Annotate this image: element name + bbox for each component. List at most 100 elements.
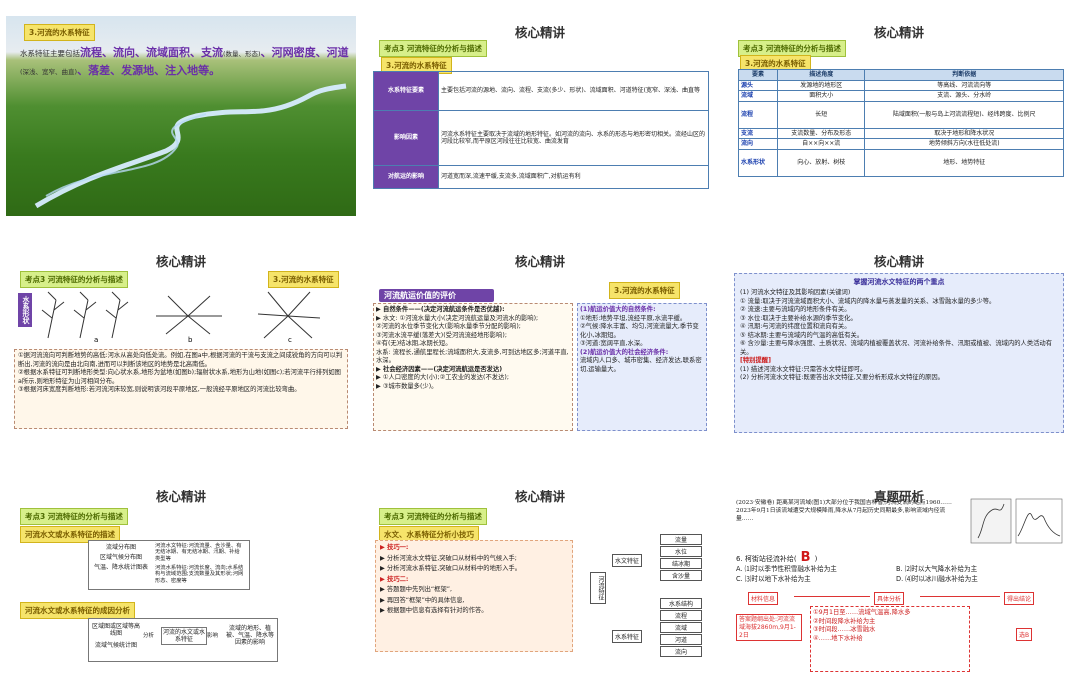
slide-3: 核心精讲 考点3 河流特征的分析与描述 3.河流的水系特征 要素 描述角度 判断… [724, 16, 1074, 216]
option-a[interactable]: A. ⑴时以季节性积雪融水补给为主 [736, 564, 896, 574]
table-row: 源头 发源地的地形区 等高线、河流流向等 [738, 79, 1064, 91]
cell: 取决于地形和降水状况 [864, 127, 1064, 139]
options: A. ⑴时以季节性积雪融水补给为主 B. ⑵时以大气降水补给为主 C. ⑶时以地… [736, 564, 1066, 584]
arrow-label: 影响 [207, 633, 219, 639]
slide-title: 核心精讲 [514, 254, 565, 269]
label-a: a [94, 336, 98, 342]
value-line: (1)航运价值大的自然条件: [580, 306, 656, 313]
condition-line: ▶ 自然条件——(决定河流航运条件是否优越): [376, 306, 505, 313]
intro-text: 水系特征主要包括流程、流向、流域面积、支流(数量、形态)、河网密度、河道 (深浅、… [20, 44, 355, 79]
tip-line: ▶ 技巧一: [380, 544, 409, 551]
table-row: 对航运的影响 河道宽而深,流速平缓,支流多,流域面积广,对航运有利 [373, 165, 709, 189]
option-d[interactable]: D. ⑷时以冰川融水补给为主 [896, 574, 978, 584]
condition-line: ③河流水流平缓(落差大)(受河流流经地形影响); [376, 331, 507, 339]
condition-line: ④有(无)结冰期,冰期长短。 [376, 340, 452, 347]
value-line: (2)航运价值大的社会经济条件: [580, 348, 669, 356]
hydro-item: 流量 [660, 534, 702, 545]
topic-tag: 考点3 河流特征的分析与描述 [379, 508, 487, 525]
item: ① 流量:取决于河流流域面积大小、流域内的降水量与蒸发量的关系、冰雪融水量的多少… [740, 297, 996, 305]
table-row: 支流 支流数量、分布及形态 取决于地形和降水状况 [738, 127, 1064, 139]
cell: 支流数量、分布及形态 [776, 127, 866, 139]
slide-title: 核心精讲 [155, 254, 206, 269]
topic-tag: 3.河流的水系特征 [24, 24, 95, 41]
drainage-patterns-diagram: a b c [41, 291, 321, 342]
section-heading: 河流航运价值的评价 [379, 289, 494, 302]
table-row: 流程 长短 陆域面积(一般与岛上河流流程短)、经纬跨度、比例尺 [738, 100, 1064, 129]
slide-2: 核心精讲 考点3 河流特征的分析与描述 3.河流的水系特征 水系特征要素 主要包… [365, 16, 715, 216]
conditions-box: ▶ 自然条件——(决定河流航运条件是否优越): ▶ 水文: ①河流水量大小(决定… [373, 303, 573, 431]
analysis-note: ③时间段……冰雪融水 [813, 626, 876, 633]
source: 区域图或区域等高线图 [91, 623, 140, 638]
cell: 流域 [738, 90, 778, 102]
tip-line: ▶ 技巧二: [380, 575, 409, 583]
explanation-box: ①据河流流向可判断地势的高低:河水从高处向低处流。例如,在图a中,根据河流的干流… [14, 349, 348, 429]
keywords-1: 流程、流向、流域面积、支流 [80, 46, 223, 59]
condition-line: ▶ ①人口密度的大(小);②工农业的发达(不发达); [376, 374, 509, 381]
row-text: 主要包括河流的源地、流向、流程、支流(多少、形状)、流域面积、河道特征(宽窄、深… [438, 71, 709, 111]
cell: 自××向××流 [776, 138, 866, 150]
option-c[interactable]: C. ⑶时以地下水补给为主 [736, 574, 896, 584]
slide-6: 核心精讲 掌握河流水文特征的两个重点 (1) 河流水文特征及其影响因素(关键词)… [724, 245, 1074, 445]
cell: 长短 [776, 100, 866, 129]
system-node: 水系特征 [612, 630, 643, 643]
question-end: ) [814, 555, 818, 563]
flow-step-1: 材料信息 [748, 592, 779, 605]
hydro-item: 水位 [660, 546, 702, 557]
slide-title: 核心精讲 [155, 489, 206, 504]
analysis-box: ①9月1日至……流域气温高,降水多 ②时间段降水补给为主 ③时间段……冰雪融水 … [810, 606, 970, 672]
cell: 面积大小 [776, 90, 866, 102]
option-b[interactable]: B. ⑵时以大气降水补给为主 [896, 564, 977, 574]
value-line: ③河道:宽阔平直,水深。 [580, 340, 647, 347]
cell: 支流 [738, 127, 778, 139]
hydro-node: 水文特征 [612, 554, 643, 567]
analysis-note: ④……地下水补给 [813, 634, 863, 642]
middle-node: 河流的水文或水系特征 [161, 627, 207, 646]
point-1: ①据河流流向可判断地势的高低:河水从高处向低处流。例如,在图a中,根据河流的干流… [18, 352, 343, 368]
row-text: 河流水系特征主要取决于流域的地形特征。如河流的流向、水系的形态与地形密切相关。流… [438, 110, 709, 166]
slide-title: 核心精讲 [873, 254, 924, 269]
tip-line: ▶ 根据题中信息有选择有针对的作答。 [380, 607, 488, 614]
value-line: 流域内人口多、城市密集、经济发达,联系密切,运输量大。 [580, 357, 702, 373]
condition-line: ▶ 社会经济因素——(决定河流航运是否发达) [376, 365, 503, 373]
table-row: 流域 面积大小 支流、源头、分水岭 [738, 90, 1064, 102]
question-text: 6. 柯街站径流补给( [736, 555, 797, 563]
flow-step-3: 得出结论 [1004, 592, 1035, 605]
subtopic-tag: 3.河流的水系特征 [268, 271, 339, 288]
source: 区域气候分布图 [99, 554, 142, 562]
table-row: 水系形状 向心、放射、树枝 地形、地势特征 [738, 148, 1064, 177]
col-header: 判断依据 [864, 69, 1064, 81]
source-note: 答案题纲出处:河流流域海拔2860m,9月1-2日 [736, 614, 802, 642]
cell: 陆域面积(一般与岛上河流流程短)、经纬跨度、比例尺 [864, 100, 1064, 129]
water-system-table: 要素 描述角度 判断依据 源头 发源地的地形区 等高线、河流流向等 流域 面积大小 支流… [738, 69, 1064, 177]
source: 流域分布图 [105, 544, 136, 551]
cell: 支流、源头、分水岭 [864, 90, 1064, 102]
item: ③ 水位:取决于主要补给水源的季节变化。 [740, 314, 857, 322]
tip-line: ▶ 再回答“框架”中的具体信息, [380, 596, 465, 604]
hydro-list: 流量 水位 结冰期 含沙量 [660, 534, 702, 581]
topic-tag: 考点3 河流特征的分析与描述 [379, 40, 487, 57]
figure-map-and-chart [970, 498, 1063, 544]
cell: 流程 [738, 100, 778, 129]
table-header-row: 要素 描述角度 判断依据 [738, 69, 1064, 81]
subtopic-tag: 3.河流的水系特征 [609, 282, 680, 299]
system-item: 水系结构 [660, 598, 702, 609]
source: 气温、降水统计图表 [93, 564, 148, 572]
result-box: 选B [1016, 628, 1033, 641]
description-diagram: 流域分布图 区域气候分布图 气温、降水统计图表 河流水文特征:河流流量、含沙量、… [88, 540, 250, 590]
arrow-2 [920, 596, 1000, 597]
analysis-note: ①9月1日至……流域气温高,降水多 [813, 609, 911, 616]
question-intro: (2023·安徽卷) 距离某河流域(图1)大部分位于我国吉林省,河流支流的站点1… [736, 500, 952, 522]
tip-line: ▶ 答题题中先列出“框架”, [380, 586, 453, 593]
tip-line: ▶ 分析河流水文特征,突破口从材料中的气候入手; [380, 554, 517, 562]
keywords-3: 、落差、发源地、注入地等。 [77, 63, 221, 77]
point-3: ③根据河床宽度判断地形:若河流河床较宽,则说明该河段平原地区,一般流经平原地区的… [18, 386, 301, 393]
table-row: 影响因素 河流水系特征主要取决于流域的地形特征。如河流的流向、水系的形态与地形密… [373, 110, 709, 166]
cell: 等高线、河流流向等 [864, 79, 1064, 91]
system-item: 流程 [660, 610, 702, 621]
table-row: 流向 自××向××流 地势倾斜方向(水往低处流) [738, 138, 1064, 150]
item: (1) 河流水文特征及其影响因素(关键词) [740, 289, 851, 296]
topic-tag: 考点3 河流特征的分析与描述 [20, 508, 128, 525]
value-line: ①地形:地势平坦,流经平原,水流平缓。 [580, 314, 687, 322]
label-c: c [288, 336, 292, 342]
features-table: 水系特征要素 主要包括河流的源地、流向、流程、支流(多少、形状)、流域面积、河道… [373, 71, 709, 189]
